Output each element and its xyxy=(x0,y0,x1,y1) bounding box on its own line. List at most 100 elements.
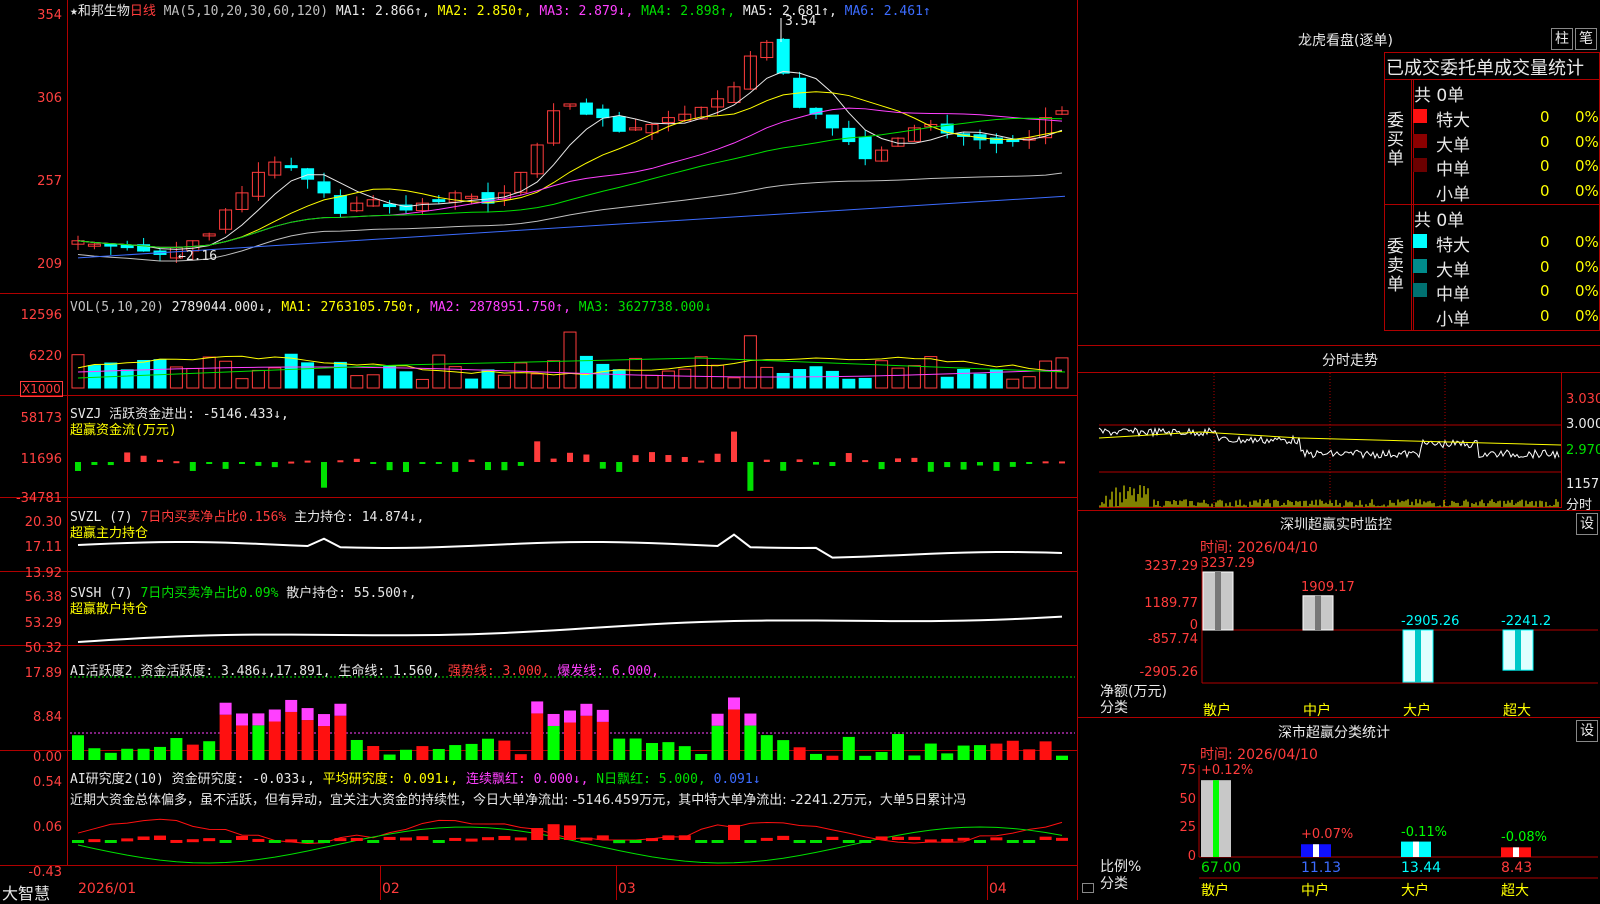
svzl-ratio: 7日内买卖净占比0.156% xyxy=(140,510,287,525)
ai-active-bar xyxy=(236,725,248,760)
svzj-bar xyxy=(124,452,131,462)
research-bar xyxy=(416,836,429,840)
monitor-settings-button[interactable]: 设 xyxy=(1576,513,1598,535)
lock-icon[interactable] xyxy=(1082,883,1094,893)
volume-bar xyxy=(169,366,183,389)
class-bar-中户 xyxy=(1301,844,1331,857)
svzj-bar xyxy=(747,462,754,491)
svzj-bar xyxy=(1042,461,1049,464)
stock-name[interactable]: ★和邦生物 xyxy=(70,4,130,19)
class-delta-label: -0.11% xyxy=(1401,824,1447,840)
class-delta-label: +0.07% xyxy=(1301,827,1354,843)
volume-bar xyxy=(497,374,511,389)
research-bar xyxy=(514,837,527,841)
price-ylabel-0: 354 xyxy=(37,8,62,23)
research-bar xyxy=(465,838,478,842)
tab-zhu[interactable]: 柱 xyxy=(1551,28,1573,50)
class-delta-label: -0.08% xyxy=(1501,830,1547,846)
buy-swatch xyxy=(1413,133,1427,148)
period-label[interactable]: 日线 xyxy=(130,4,156,19)
ai-active-bar xyxy=(744,725,757,760)
svzj-ylabel-2: -34781 xyxy=(15,491,62,506)
volume-bar xyxy=(907,365,921,389)
research-bar xyxy=(482,837,494,841)
research-bar xyxy=(432,840,445,843)
ai-active-bar xyxy=(154,746,166,760)
svzj-bar xyxy=(813,462,819,465)
vol-unit-badge[interactable]: X1000 xyxy=(20,381,63,397)
svzj-bar xyxy=(714,453,721,462)
ai-burst: 爆发线: 6.000, xyxy=(557,664,659,679)
ma6-value: MA6: 2.461↑ xyxy=(844,4,931,19)
tab-bi[interactable]: 笔 xyxy=(1575,28,1597,50)
volume-bar xyxy=(825,370,839,389)
stock-chart-canvas[interactable] xyxy=(0,0,1077,900)
ai-active-peak xyxy=(334,703,347,716)
class-value-label: 8.43 xyxy=(1501,860,1533,876)
price-ylabel-1: 306 xyxy=(37,91,62,106)
research-bar xyxy=(72,840,84,843)
ai-research-value: 资金研究度: -0.033↓, xyxy=(171,772,315,787)
vol-panel-header: VOL(5,10,20) 2789044.000↓, MA1: 2763105.… xyxy=(70,300,712,315)
research-bar xyxy=(711,840,724,843)
ai-active-peak xyxy=(219,702,232,715)
candle-body xyxy=(579,102,593,115)
volume-bar xyxy=(842,378,856,389)
svzj-bar xyxy=(403,462,409,472)
research-bar xyxy=(367,840,380,843)
volume-bar xyxy=(1022,376,1036,389)
ai-active-bar xyxy=(285,711,298,760)
research-bar xyxy=(629,840,642,843)
research-bar xyxy=(154,835,166,840)
sell-row-count: 0 xyxy=(1540,233,1550,251)
monitor-bar-stripe xyxy=(1415,630,1421,683)
volume-bar xyxy=(71,354,85,389)
research-bar xyxy=(974,840,986,843)
class-cat-label: 散户 xyxy=(1201,883,1229,899)
svzj-bar xyxy=(1059,461,1065,464)
svzj-bar xyxy=(370,462,377,464)
buy-row-pct: 0% xyxy=(1575,108,1599,126)
ai-active-bar xyxy=(1023,749,1036,760)
sell-row-pct: 0% xyxy=(1575,282,1599,300)
research-bar xyxy=(268,840,281,843)
volume-bar xyxy=(137,359,151,389)
volume-bar xyxy=(760,366,774,389)
ai-active-bar xyxy=(1039,741,1052,760)
monitor-time: 时间: 2026/04/10 xyxy=(1200,540,1318,556)
ai-active-bar xyxy=(203,741,216,760)
svzl-line xyxy=(77,533,1063,559)
svzj-bar xyxy=(960,462,967,470)
ai-active-peak xyxy=(252,713,265,726)
svzj-bar xyxy=(829,462,836,467)
ai-active-bar xyxy=(268,721,281,760)
svzj-bar xyxy=(206,462,213,464)
research-bar xyxy=(236,835,248,840)
ai-research-comment: 近期大资金总体偏多，虽不活跃，但有异动，宜关注大资金的持续性，今日大单净流出: … xyxy=(70,793,967,808)
fenshi-title: 分时走势 xyxy=(1322,353,1378,369)
candle-body xyxy=(317,181,331,194)
fenshi-y-3: 11571 xyxy=(1566,477,1600,492)
svzl-title: 超赢主力持仓 xyxy=(70,526,149,541)
svzj-bar xyxy=(796,459,803,462)
ai-active-header: AI活跃度2 资金活跃度: 3.486↓,17.891, 生命线: 1.560,… xyxy=(70,660,659,679)
candle-body xyxy=(432,199,446,203)
svzj-bar xyxy=(763,459,770,462)
class-bar-大户 xyxy=(1401,841,1431,857)
ai-active-bar xyxy=(416,746,429,760)
date-tick-1 xyxy=(380,865,381,900)
sell-swatch xyxy=(1413,234,1427,248)
monitor-ytick: 0 xyxy=(1189,618,1198,633)
volume-bar xyxy=(120,369,134,389)
ai-active-peak xyxy=(285,699,298,712)
class-settings-button[interactable]: 设 xyxy=(1576,720,1598,742)
stat-header: 已成交委托单成交量统计 xyxy=(1386,58,1584,79)
ai-active-peak xyxy=(728,697,740,710)
svzj-bar xyxy=(550,458,557,462)
sell-row-pct: 0% xyxy=(1575,233,1599,251)
ai-strong: 强势线: 3.000, xyxy=(447,664,550,679)
svsh-ylabel-2: 50.32 xyxy=(24,641,62,656)
buy-row-count: 0 xyxy=(1540,108,1550,126)
ai-active-bar xyxy=(629,738,642,760)
ai-active-bar xyxy=(498,740,511,760)
